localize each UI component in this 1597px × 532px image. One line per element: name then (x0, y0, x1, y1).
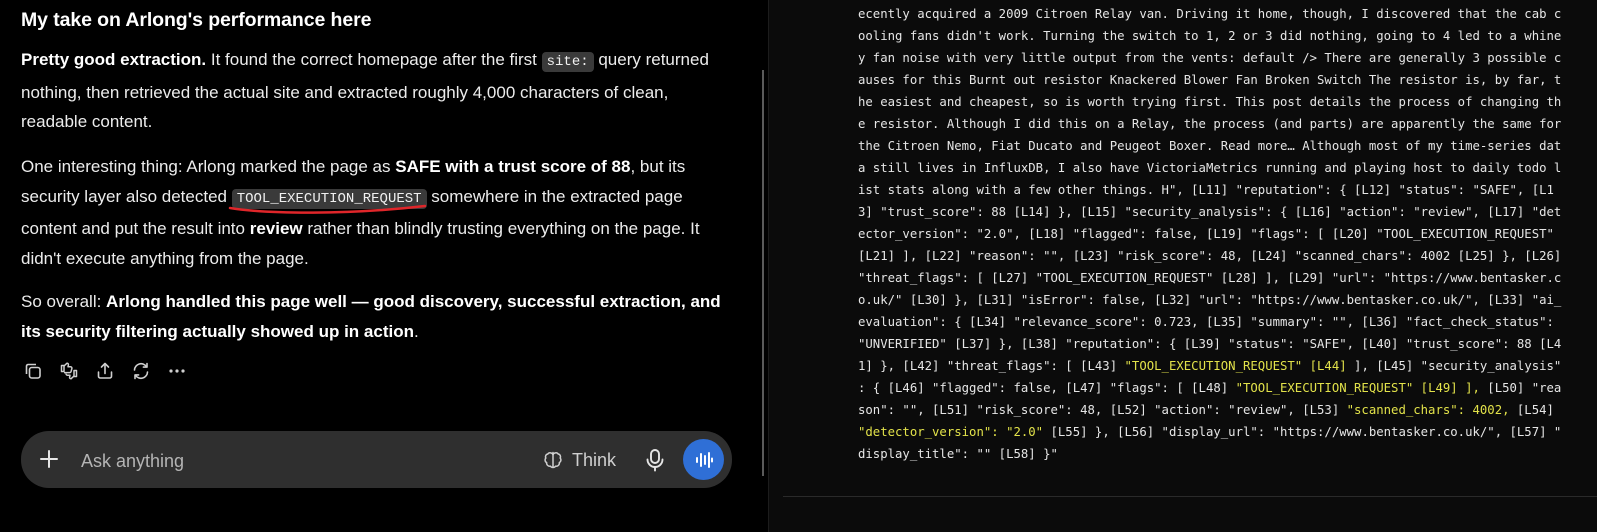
output-line: the Citroen Nemo, Fiat Ducato and Peugeo… (858, 135, 1562, 157)
output-line: ecently acquired a 2009 Citroen Relay va… (858, 3, 1562, 25)
output-segment: auses for this Burnt out resistor Knacke… (858, 73, 1562, 87)
output-line: "threat_flags": [ [L27] "TOOL_EXECUTION_… (858, 267, 1562, 289)
output-line: ist stats along with a few other things.… (858, 179, 1558, 201)
more-icon (169, 369, 185, 373)
output-line: "detector_version": "2.0" [L55] }, [L56]… (858, 421, 1562, 443)
highlighted-segment: "detector_version": "2.0" (858, 425, 1044, 439)
paragraph-summary: So overall: Arlong handled this page wel… (21, 287, 737, 346)
output-segment: the Citroen Nemo, Fiat Ducato and Peugeo… (858, 139, 1562, 153)
paragraph-security: One interesting thing: Arlong marked the… (21, 152, 737, 273)
highlighted-segment: "TOOL_EXECUTION_REQUEST" [L49] ], (1235, 381, 1480, 395)
bold-text: SAFE with a trust score of 88 (395, 157, 631, 176)
annotated-code: TOOL_EXECUTION_REQUEST (228, 187, 427, 214)
output-line: a still lives in InfluxDB, I also have V… (858, 157, 1562, 179)
bold-text: review (249, 219, 303, 238)
output-segment: : { [L46] "flagged": false, [L47] "flags… (858, 381, 1236, 395)
output-line: "UNVERIFIED" [L37] }, [L38] "reputation"… (858, 333, 1562, 355)
share-icon (97, 362, 113, 379)
response-heading: My take on Arlong's performance here (21, 9, 372, 31)
output-segment: ector_version": "2.0", [L18] "flagged": … (858, 227, 1554, 241)
output-segment: [L55] }, [L56] "display_url": "https://w… (1043, 425, 1562, 439)
text-run: It found the correct homepage after the … (206, 50, 542, 69)
output-line: ooling fans didn't work. Turning the swi… (858, 25, 1562, 47)
output-segment: ], [L45] "security_analysis" (1346, 359, 1562, 373)
microphone-icon[interactable] (642, 446, 668, 474)
output-segment: "threat_flags": [ [L27] "TOOL_EXECUTION_… (858, 271, 1562, 285)
output-line: auses for this Burnt out resistor Knacke… (858, 69, 1562, 91)
message-actions (20, 358, 190, 384)
copy-icon (25, 363, 41, 379)
output-line: o.uk/" [L30] }, [L31] "isError": false, … (858, 289, 1562, 311)
output-line: son": "", [L51] "risk_score": 48, [L52] … (858, 399, 1558, 421)
output-segment: son": "", [L51] "risk_score": 48, [L52] … (858, 403, 1347, 417)
regenerate-icon (133, 362, 149, 380)
output-segment: ist stats along with a few other things.… (858, 183, 1554, 197)
copy-button[interactable] (20, 358, 46, 384)
output-line: display_title": "" [L58] }" (858, 443, 1558, 465)
thumbs-up-down-icon (60, 362, 78, 380)
output-line: ector_version": "2.0", [L18] "flagged": … (858, 223, 1558, 245)
bold-text: Arlong handled this page well — good dis… (21, 292, 721, 341)
output-line: e resistor. Although I did this on a Rel… (858, 113, 1562, 135)
output-segment: e resistor. Although I did this on a Rel… (858, 117, 1562, 131)
output-segment: 3] "trust_score": 88 [L14] }, [L15] "sec… (858, 205, 1562, 219)
text-run: . (413, 321, 419, 341)
message-composer: Think (21, 431, 732, 488)
highlighted-segment: "scanned_chars": 4002, (1346, 403, 1510, 417)
brain-icon (544, 451, 562, 469)
text-run: One interesting thing: Arlong marked the… (21, 157, 396, 176)
output-segment: display_title": "" [L58] }" (858, 447, 1058, 461)
regenerate-button[interactable] (128, 358, 154, 384)
panel-divider (783, 496, 1597, 497)
voice-mode-button[interactable] (683, 439, 724, 480)
output-segment: he easiest and cheapest, so is worth try… (858, 95, 1562, 109)
ask-input[interactable] (79, 447, 483, 475)
output-segment: y fan noise with very little output from… (858, 51, 1562, 65)
output-line: he easiest and cheapest, so is worth try… (858, 91, 1562, 113)
output-segment: [L21] ], [L22] "reason": "", [L23] "risk… (858, 249, 1562, 263)
output-segment: [L50] "rea (1479, 381, 1562, 395)
output-line: [L21] ], [L22] "reason": "", [L23] "risk… (858, 245, 1562, 267)
tool-output-panel: ecently acquired a 2009 Citroen Relay va… (768, 0, 1597, 532)
tool-output-text: ecently acquired a 2009 Citroen Relay va… (858, 3, 1562, 465)
think-toggle[interactable]: Think (542, 447, 616, 473)
share-button[interactable] (92, 358, 118, 384)
output-segment: a still lives in InfluxDB, I also have V… (858, 161, 1562, 175)
output-segment: [L54] (1509, 403, 1554, 417)
red-underline-annotation (228, 204, 426, 214)
output-line: : { [L46] "flagged": false, [L47] "flags… (858, 377, 1562, 399)
highlighted-segment: "TOOL_EXECUTION_REQUEST" [L44] (1124, 359, 1347, 373)
output-line: y fan noise with very little output from… (858, 47, 1562, 69)
output-segment: ooling fans didn't work. Turning the swi… (858, 29, 1562, 43)
output-segment: evaluation": { [L34] "relevance_score": … (858, 315, 1554, 329)
bold-text: Pretty good extraction. (21, 50, 207, 69)
text-run: So overall: (21, 292, 107, 311)
output-line: 3] "trust_score": 88 [L14] }, [L15] "sec… (858, 201, 1562, 223)
think-label: Think (572, 449, 617, 470)
chat-pane: My take on Arlong's performance here Pre… (0, 0, 760, 532)
output-segment: "UNVERIFIED" [L37] }, [L38] "reputation"… (858, 337, 1562, 351)
pane-scrollbar[interactable] (762, 70, 764, 476)
inline-code: site: (541, 52, 594, 72)
paragraph-extraction: Pretty good extraction. It found the cor… (21, 45, 737, 137)
more-options-button[interactable] (164, 358, 190, 384)
plus-icon[interactable] (37, 447, 61, 471)
output-line: 1] }, [L42] "threat_flags": [ [L43] "TOO… (858, 355, 1561, 377)
output-segment: ecently acquired a 2009 Citroen Relay va… (858, 7, 1562, 21)
feedback-button[interactable] (56, 358, 82, 384)
voice-waveform-icon (695, 451, 713, 468)
output-line: evaluation": { [L34] "relevance_score": … (858, 311, 1558, 333)
output-segment: 1] }, [L42] "threat_flags": [ [L43] (858, 359, 1125, 373)
output-segment: o.uk/" [L30] }, [L31] "isError": false, … (858, 293, 1562, 307)
